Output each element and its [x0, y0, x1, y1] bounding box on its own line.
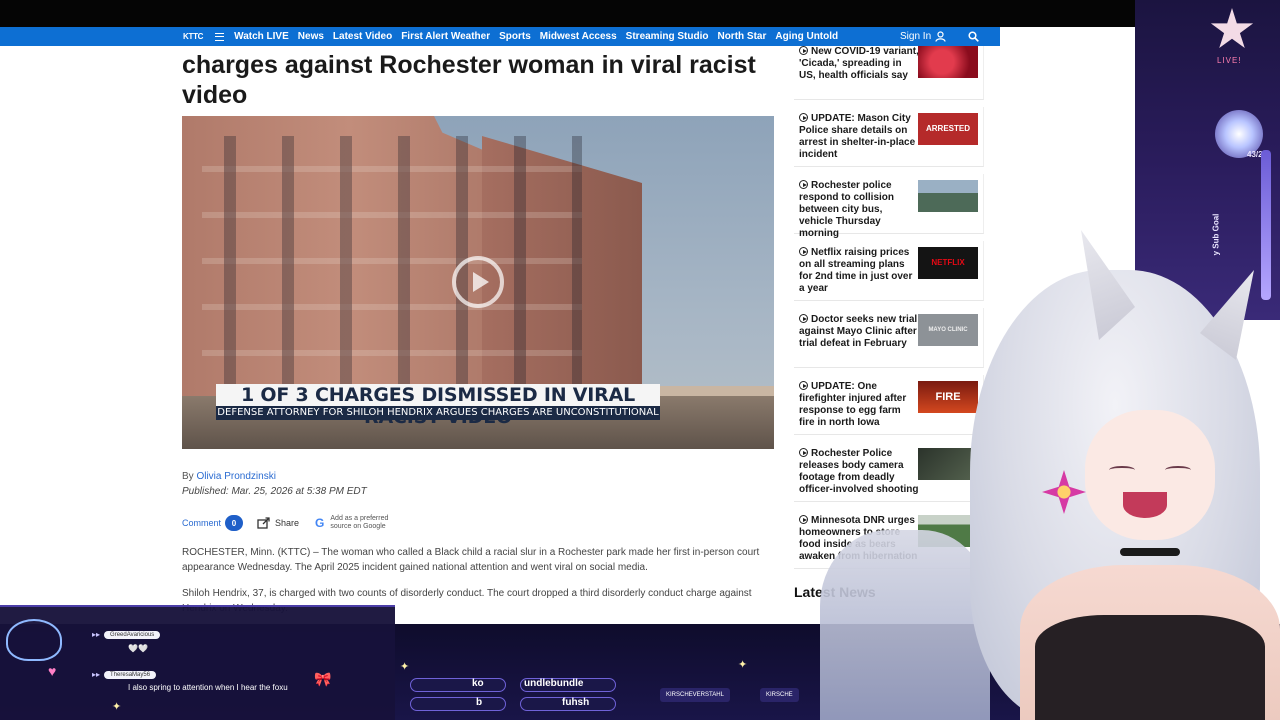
alert-pill — [410, 678, 506, 692]
video-player[interactable]: 1 OF 3 CHARGES DISMISSED IN VIRAL RACIST… — [182, 116, 774, 449]
avatar-mouth — [1123, 492, 1167, 518]
nav-midwest-access[interactable]: Midwest Access — [540, 31, 617, 42]
nav-latest-video[interactable]: Latest Video — [333, 31, 392, 42]
chat-arrow-icon: ▸▸ — [92, 670, 101, 679]
user-icon — [935, 31, 946, 42]
nav-north-star[interactable]: North Star — [717, 31, 766, 42]
alert-pill — [410, 697, 506, 711]
sidebar-story-thumbnail — [918, 46, 978, 78]
nav-sports[interactable]: Sports — [499, 31, 531, 42]
sign-in-label: Sign In — [900, 31, 932, 42]
play-circle-icon — [799, 113, 808, 122]
article-paragraph: ROCHESTER, Minn. (KTTC) – The woman who … — [182, 547, 760, 573]
video-lower-third: 1 OF 3 CHARGES DISMISSED IN VIRAL RACIST… — [216, 384, 660, 428]
share-icon — [257, 517, 270, 529]
play-circle-icon — [799, 46, 808, 55]
sparkle-icon: ✦ — [738, 659, 748, 671]
avatar-eye-right — [1165, 466, 1191, 474]
play-circle-icon — [799, 180, 808, 189]
play-circle-icon — [799, 247, 808, 256]
avatar-choker — [1120, 548, 1180, 556]
article-headline: charges against Rochester woman in viral… — [182, 51, 756, 109]
ghost-mascot-icon — [6, 619, 62, 661]
sidebar-story-thumbnail — [918, 180, 978, 212]
nav-aging-untold[interactable]: Aging Untold — [775, 31, 838, 42]
sidebar-story[interactable]: New COVID-19 variant, 'Cicada,' spreadin… — [794, 46, 984, 100]
chat-username: GreedAvaricious — [104, 630, 161, 639]
sparkle-icon: ✦ — [400, 661, 410, 673]
avatar-face — [1085, 410, 1215, 540]
sidebar-story-title: New COVID-19 variant, 'Cicada,' spreadin… — [799, 46, 919, 81]
alert-text: b — [476, 697, 483, 708]
chat-entry: ▸▸ TheresaMay56 — [92, 670, 157, 679]
alert-text: undlebundle — [524, 678, 584, 689]
bow-icon: 🎀 — [314, 671, 332, 687]
search-icon[interactable] — [968, 31, 979, 42]
byline-prefix: By — [182, 471, 194, 482]
comment-count-badge: 0 — [225, 515, 244, 531]
alert-text: ko — [472, 678, 484, 689]
heart-icon: ♥ — [48, 663, 57, 679]
stream-chat-box: ♥ — [0, 605, 395, 720]
nav-first-alert-weather[interactable]: First Alert Weather — [401, 31, 490, 42]
chat-entry: ▸▸ GreedAvaricious — [92, 630, 161, 639]
google-preferred-source-button[interactable]: G Add as a preferred source on Google — [315, 515, 388, 531]
chat-username: TheresaMay56 — [104, 670, 157, 679]
play-circle-icon — [799, 515, 808, 524]
top-black-bar — [0, 0, 1280, 27]
nav-news[interactable]: News — [298, 31, 324, 42]
avatar-eye-left — [1109, 466, 1135, 474]
video-sub-third: DEFENSE ATTORNEY FOR SHILOH HENDRIX ARGU… — [216, 406, 660, 420]
play-icon[interactable] — [452, 256, 504, 308]
site-logo[interactable]: KTTC — [183, 32, 203, 41]
byline: By Olivia Prondzinski — [182, 471, 276, 482]
social-tag: KIRSCHEVERSTAHL — [660, 688, 730, 702]
comment-label: Comment — [182, 518, 222, 528]
chat-message: I also spring to attention when I hear t… — [128, 683, 288, 692]
sidebar-story[interactable]: Rochester police respond to collision be… — [794, 174, 984, 239]
play-circle-icon — [799, 381, 808, 390]
sidebar-story-thumbnail: ARRESTED — [918, 113, 978, 145]
sidebar-story-title: UPDATE: Mason City Police share details … — [799, 113, 916, 160]
sign-in-button[interactable]: Sign In — [900, 31, 946, 42]
social-tag: KIRSCHE — [760, 688, 799, 702]
avatar-sleeve — [820, 530, 990, 720]
play-circle-icon — [799, 448, 808, 457]
sidebar-story[interactable]: UPDATE: Mason City Police share details … — [794, 107, 984, 167]
nav-streaming-studio[interactable]: Streaming Studio — [626, 31, 709, 42]
avatar-top — [1035, 615, 1265, 720]
live-label: LIVE! — [1217, 56, 1242, 65]
video-windows — [202, 136, 582, 396]
published-date: Published: Mar. 25, 2026 at 5:38 PM EDT — [182, 486, 367, 497]
chat-message: 🤍🤍 — [128, 644, 148, 653]
comment-button[interactable]: Comment 0 — [182, 515, 244, 531]
hamburger-menu-icon[interactable] — [215, 32, 225, 41]
chat-arrow-icon: ▸▸ — [92, 630, 101, 639]
share-button[interactable]: Share — [257, 517, 299, 529]
author-link[interactable]: Olivia Prondzinski — [196, 471, 275, 482]
google-icon: G — [315, 516, 325, 530]
nav-watch-live[interactable]: Watch LIVE — [234, 31, 289, 42]
site-navbar: KTTC Watch LIVE News Latest Video First … — [0, 27, 1000, 46]
google-preferred-text: Add as a preferred source on Google — [330, 515, 389, 530]
article-actions: Comment 0 Share G Add as a preferred sour… — [182, 515, 388, 531]
star-icon — [1210, 8, 1254, 49]
vtuber-avatar — [820, 230, 1280, 720]
sparkle-icon: ✦ — [112, 701, 122, 713]
share-label: Share — [275, 518, 300, 528]
alert-text: fuhsh — [562, 697, 590, 708]
play-circle-icon — [799, 314, 808, 323]
